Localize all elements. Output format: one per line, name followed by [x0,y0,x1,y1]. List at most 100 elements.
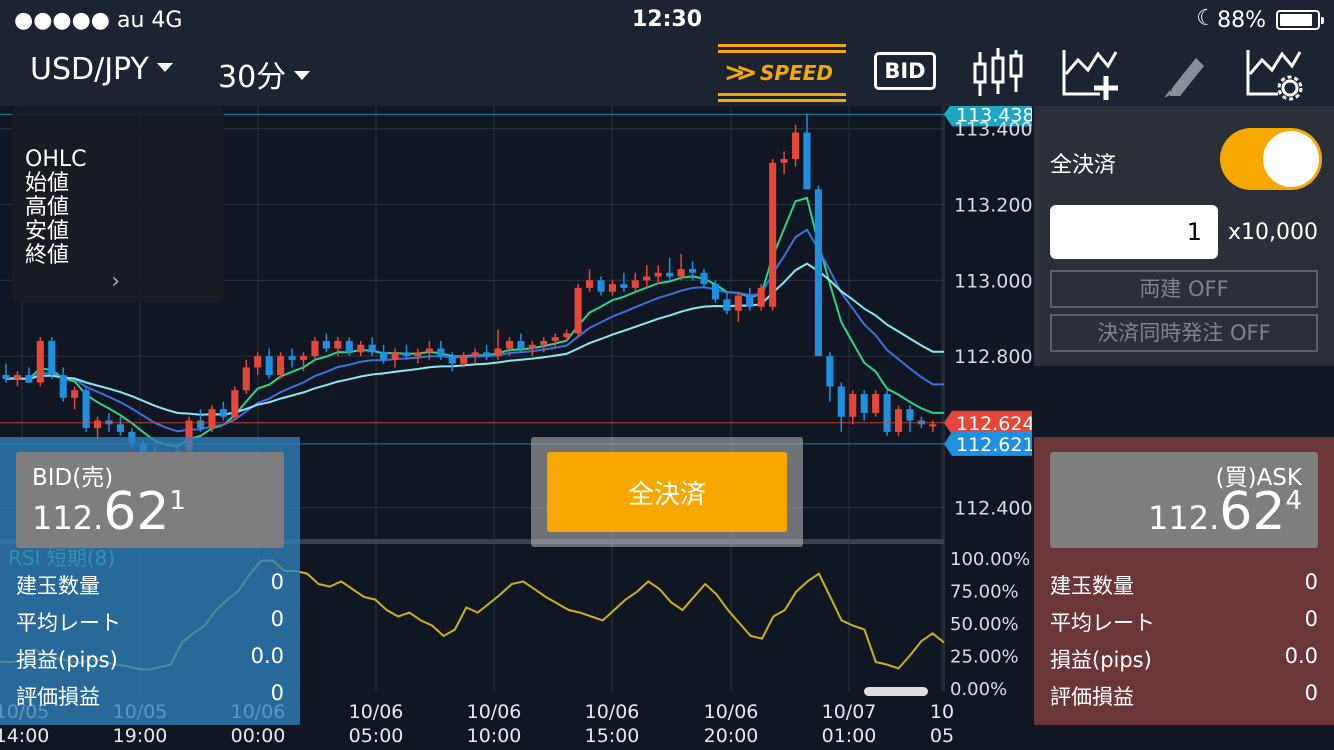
candlestick-icon[interactable] [970,44,1026,102]
ask-stat-unrealized-pl: 評価損益 0 [1050,681,1318,711]
x-tick-time: 05 [930,725,954,747]
bid-panel: BID(売) 112.621 建玉数量 0 平均レート 0 損益(pips) 0.0 … [0,437,300,725]
close-all-toggle-label: 全決済 [1050,153,1117,178]
bid-price-fraction: 1 [169,486,186,516]
candle-body [540,340,548,345]
stat-label: 損益(pips) [16,648,118,672]
stat-label: 平均レート [1050,611,1155,635]
candle-body [345,340,353,353]
candle-body [894,409,903,432]
rsi-tick-label: 75.00% [950,582,1019,603]
candle-body [757,287,765,307]
bid-price-prefix: 112. [32,499,104,537]
stat-value: 0.0 [250,644,284,668]
candle-body [883,394,891,432]
candle-body [563,333,571,338]
candle-body [700,272,708,285]
ask-panel: (買)ASK 112.624 建玉数量 0 平均レート 0 損益(pips) 0.0 … [1034,437,1334,725]
candle-body [265,356,273,376]
price-tag-label: 112.624 [956,413,1032,435]
bid-ask-toggle-button[interactable]: BID [874,52,936,90]
x-tick-date: 10 [930,701,954,723]
candle-body [872,394,880,413]
x-tick-time: 00:00 [231,725,286,747]
candle-body [517,340,525,349]
candle-body [826,356,834,387]
ohlc-open-label: 始値 [25,171,70,196]
candle-body [448,356,456,364]
close-all-button[interactable]: 全決済 [547,452,787,532]
candle-body [791,132,800,160]
candle-body [25,375,33,383]
candle-body [723,299,731,311]
candle-body [277,356,285,376]
candle-body [288,356,296,360]
candle-body [219,409,227,417]
pencil-icon[interactable] [1158,44,1208,102]
candle-body [574,287,582,334]
stat-label: 建玉数量 [1050,574,1134,598]
candle-body [242,367,250,391]
candle [894,405,903,436]
ask-price-pips: 62 [1219,482,1286,542]
candle-body [505,340,514,349]
quantity-multiplier: x10,000 [1228,220,1318,245]
hedge-toggle-button[interactable]: 両建 OFF [1050,270,1318,308]
stat-label: 建玉数量 [16,574,100,598]
candle [231,386,239,421]
stat-label: 評価損益 [1050,685,1134,709]
chart-settings-icon[interactable] [1244,44,1304,102]
stat-value: 0 [270,681,284,705]
ask-stat-pl-pips: 損益(pips) 0.0 [1050,644,1318,674]
close-all-switch[interactable] [1220,128,1322,190]
price-tag-label: 112.621 [956,434,1032,456]
x-tick-date: 10/06 [467,701,522,723]
stat-label: 平均レート [16,611,121,635]
price-tag: 112.624 [944,410,1032,435]
add-indicator-icon[interactable] [1060,44,1120,102]
candle-body [803,132,811,190]
quantity-input[interactable] [1050,205,1218,259]
candle-body [631,280,639,288]
candle [574,284,582,338]
chart-scrollbar[interactable] [864,687,928,696]
ask-stat-avg-rate: 平均レート 0 [1050,607,1318,637]
bid-stat-unrealized-pl: 評価損益 0 [16,681,284,711]
ask-buy-button[interactable]: (買)ASK 112.624 [1050,452,1318,548]
battery-icon [1276,10,1324,30]
candle-body [608,284,616,292]
clock: 12:30 [631,7,703,32]
bid-stat-avg-rate: 平均レート 0 [16,607,284,637]
candle-body [437,348,445,357]
timeframe-dropdown[interactable]: 30分 [218,52,311,96]
toolbar: USD/JPY 30分 >> SPEED BID [0,40,1334,106]
candle-body [688,268,697,273]
candle-body [471,352,479,357]
candle-body [666,272,674,277]
chevron-right-icon[interactable]: › [111,270,120,294]
candle-body [48,340,56,376]
candle-body [414,352,422,357]
bid-sell-button[interactable]: BID(売) 112.621 [16,452,284,548]
y-tick-label: 113.000 [954,270,1032,292]
candle-body [334,340,342,349]
candle-body [357,344,365,353]
speed-label: SPEED [760,61,833,85]
chevron-down-icon [294,71,311,80]
bid-price: 112.621 [32,482,186,542]
x-tick-time: 05:00 [349,725,404,747]
ask-price-prefix: 112. [1148,499,1220,537]
simultaneous-order-toggle-button[interactable]: 決済同時発注 OFF [1050,314,1318,352]
candle-body [116,424,124,432]
candle [48,337,56,379]
currency-pair-dropdown[interactable]: USD/JPY [30,52,173,87]
candle-body [929,424,937,427]
candle-body [780,159,788,163]
moon-icon: ☾ [1196,6,1216,31]
ask-price-fraction: 4 [1285,486,1302,516]
x-tick-date: 10/06 [349,701,404,723]
speed-order-button[interactable]: >> SPEED [718,44,846,102]
candle-body [254,356,262,368]
candle-body [711,284,719,300]
ohlc-info-box[interactable]: OHLC 始値 高値 安値 終値 › [12,106,224,302]
